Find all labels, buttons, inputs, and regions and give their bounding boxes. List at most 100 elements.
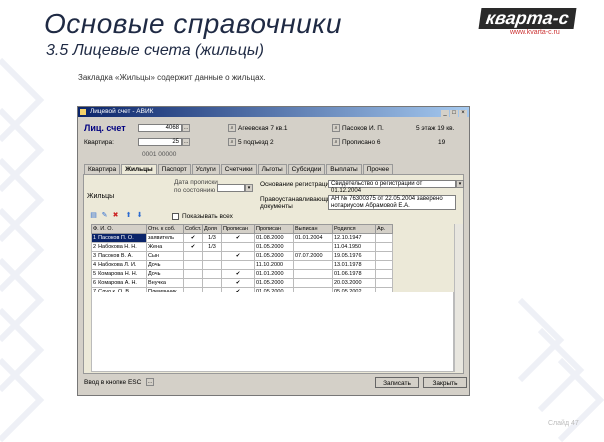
save-button[interactable]: Записать bbox=[375, 377, 419, 388]
grid-col-header[interactable]: Родился bbox=[332, 224, 376, 234]
basis-label: Основание регистрации bbox=[260, 181, 333, 188]
street-search-icon[interactable]: ⌕ bbox=[228, 124, 236, 132]
grid-cell-extra bbox=[375, 251, 393, 261]
tab-bar: Квартира Жильцы Паспорт Услуги Счетчики Льгот… bbox=[84, 164, 394, 175]
grid-cell-share: 1/3 bbox=[202, 242, 222, 252]
district-search-icon[interactable]: ⌕ bbox=[228, 138, 236, 146]
grid-col-header[interactable]: Прописан bbox=[221, 224, 255, 234]
slide-description: Закладка «Жильцы» содержит данные о жиль… bbox=[78, 73, 266, 82]
grid-col-header[interactable]: Доля bbox=[202, 224, 222, 234]
grid-cell-prop: ✔ bbox=[221, 269, 255, 279]
close-icon[interactable]: × bbox=[459, 110, 467, 117]
grid-cell-born: 01.06.1978 bbox=[332, 269, 376, 279]
grid-cell-rel: Дочь bbox=[146, 269, 184, 279]
grid-cell-own bbox=[183, 269, 203, 279]
status-lookup-button[interactable]: … bbox=[146, 378, 154, 386]
grid-cell-out bbox=[293, 269, 333, 279]
date-label-2: по состоянию bbox=[174, 187, 216, 194]
grid-cell-rel: Внучка bbox=[146, 278, 184, 288]
close-button[interactable]: Закрыть bbox=[423, 377, 467, 388]
account-field[interactable]: 4068 bbox=[138, 124, 182, 132]
account-lookup-button[interactable]: … bbox=[182, 124, 190, 132]
grid-scrollbar[interactable] bbox=[454, 224, 463, 372]
grid-col-header[interactable]: Собст. bbox=[183, 224, 203, 234]
grid-col-header[interactable]: Прописан bbox=[254, 224, 294, 234]
apartment-field[interactable]: 25 bbox=[138, 138, 182, 146]
status-text: Ввод в кнопке ESC bbox=[84, 379, 142, 386]
street-value: Агеевская 7 кв.1 bbox=[238, 125, 288, 132]
grid-cell-share bbox=[202, 260, 222, 270]
grid-cell-out bbox=[293, 260, 333, 270]
edit-row-icon[interactable]: ✎ bbox=[100, 211, 109, 220]
resident-name-cell: 4 Набокова Л. И. bbox=[91, 260, 147, 270]
table-row[interactable]: 1 Пасоков П. О. заявитель ✔ 1/3 ✔ 01.08.2000 01… bbox=[91, 233, 393, 243]
logo-site: www.kvarta-c.ru bbox=[510, 29, 560, 36]
grid-cell-rel: Дочь bbox=[146, 260, 184, 270]
grid-cell-born: 13.01.1978 bbox=[332, 260, 376, 270]
delete-row-icon[interactable]: ✖ bbox=[111, 211, 120, 220]
floor-note-2: 19 bbox=[438, 139, 446, 146]
slide-title: Основые справочники bbox=[44, 8, 342, 39]
show-all-label: Показывать всех bbox=[182, 213, 233, 220]
residents-panel: Жильцы Дата прописки по состоянию ▾ Осно… bbox=[83, 174, 464, 374]
resident-name: Набокова Н. Н. bbox=[98, 244, 137, 250]
grid-cell-prop: ✔ bbox=[221, 233, 255, 243]
grid-cell-born: 20.03.2000 bbox=[332, 278, 376, 288]
account-label: Лиц. счет bbox=[84, 123, 126, 133]
grid-cell-prop: ✔ bbox=[221, 251, 255, 261]
grid-cell-prop: ✔ bbox=[221, 278, 255, 288]
minimize-icon[interactable]: _ bbox=[441, 110, 449, 117]
grid-cell-share: 1/3 bbox=[202, 233, 222, 243]
grid-cell-extra bbox=[375, 269, 393, 279]
table-row[interactable]: 5 Комарова Н. Н. Дочь ✔ 01.01.2000 01.06.1978 bbox=[91, 269, 393, 279]
grid-cell-own bbox=[183, 278, 203, 288]
grid-col-header[interactable]: Отн. к соб. bbox=[146, 224, 184, 234]
district-value: 5 подъезд 2 bbox=[238, 139, 274, 146]
table-row[interactable]: 4 Набокова Л. И. Дочь 11.10.2000 13.01.1978 bbox=[91, 260, 393, 270]
grid-cell-from: 01.05.2000 bbox=[254, 242, 294, 252]
apartment-label: Квартира: bbox=[84, 139, 114, 146]
docs-label: Правоустанавливающие bbox=[260, 196, 335, 203]
table-row[interactable]: 3 Пасоков В. А. Сын ✔ 01.05.2000 07.07.2000 19… bbox=[91, 251, 393, 261]
table-row[interactable]: 6 Комарова А. Н. Внучка ✔ 01.05.2000 20.03.20… bbox=[91, 278, 393, 288]
grid-col-header[interactable]: Ар. bbox=[375, 224, 393, 234]
window-app-icon bbox=[80, 109, 86, 115]
grid-cell-from: 01.05.2000 bbox=[254, 278, 294, 288]
window-titlebar[interactable]: Лицевой счет - АВИК _ □ × bbox=[78, 107, 469, 117]
grid-cell-rel: заявитель bbox=[146, 233, 184, 243]
residents-grid: Ф. И. О. Отн. к соб. Собст. Доля Прописан Про… bbox=[91, 224, 393, 297]
grid-cell-born: 11.04.1950 bbox=[332, 242, 376, 252]
slide-subtitle: 3.5 Лицевые счета (жильцы) bbox=[46, 42, 264, 59]
grid-cell-share bbox=[202, 251, 222, 261]
apartment-lookup-button[interactable]: … bbox=[182, 138, 190, 146]
docs-line-2: нотариусом Абрамовой Е.А. bbox=[331, 203, 410, 209]
grid-cell-extra bbox=[375, 242, 393, 252]
basis-dropdown-icon[interactable]: ▾ bbox=[456, 180, 464, 188]
move-up-icon[interactable]: ⬆ bbox=[124, 211, 133, 220]
show-all-checkbox[interactable] bbox=[172, 213, 179, 220]
grid-cell-extra bbox=[375, 278, 393, 288]
date-label: Дата прописки bbox=[174, 179, 218, 186]
owner-value: Пасоков И. П. bbox=[342, 125, 384, 132]
calendar-icon[interactable]: ▾ bbox=[245, 184, 253, 192]
grid-cell-born: 12.10.1947 bbox=[332, 233, 376, 243]
grid-cell-share bbox=[202, 278, 222, 288]
add-row-icon[interactable]: ▤ bbox=[89, 211, 98, 220]
page-number: Слайд 47 bbox=[548, 420, 579, 427]
table-row[interactable]: 2 Набокова Н. Н. Жена ✔ 1/3 01.05.2000 11.04.1… bbox=[91, 242, 393, 252]
owner-search-icon[interactable]: ⌕ bbox=[332, 124, 340, 132]
grid-cell-own bbox=[183, 260, 203, 270]
basis-field[interactable]: Свидетельство о регистрации от 01.12.200… bbox=[328, 180, 456, 194]
move-down-icon[interactable]: ⬇ bbox=[135, 211, 144, 220]
grid-cell-from: 01.01.2000 bbox=[254, 269, 294, 279]
docs-field[interactable]: АН № 76300375 от 22.05.2004 заверено нот… bbox=[328, 195, 456, 210]
grid-cell-extra bbox=[375, 260, 393, 270]
date-field[interactable] bbox=[217, 184, 245, 192]
grid-cell-prop bbox=[221, 260, 255, 270]
grid-col-header[interactable]: Ф. И. О. bbox=[91, 224, 147, 234]
docs-line-1: АН № 76300375 от 22.05.2004 заверено bbox=[331, 196, 443, 202]
grid-col-header[interactable]: Выписан bbox=[293, 224, 333, 234]
maximize-icon[interactable]: □ bbox=[450, 110, 458, 117]
registered-search-icon[interactable]: ⌕ bbox=[332, 138, 340, 146]
resident-name: Комарова Н. Н. bbox=[98, 271, 138, 277]
